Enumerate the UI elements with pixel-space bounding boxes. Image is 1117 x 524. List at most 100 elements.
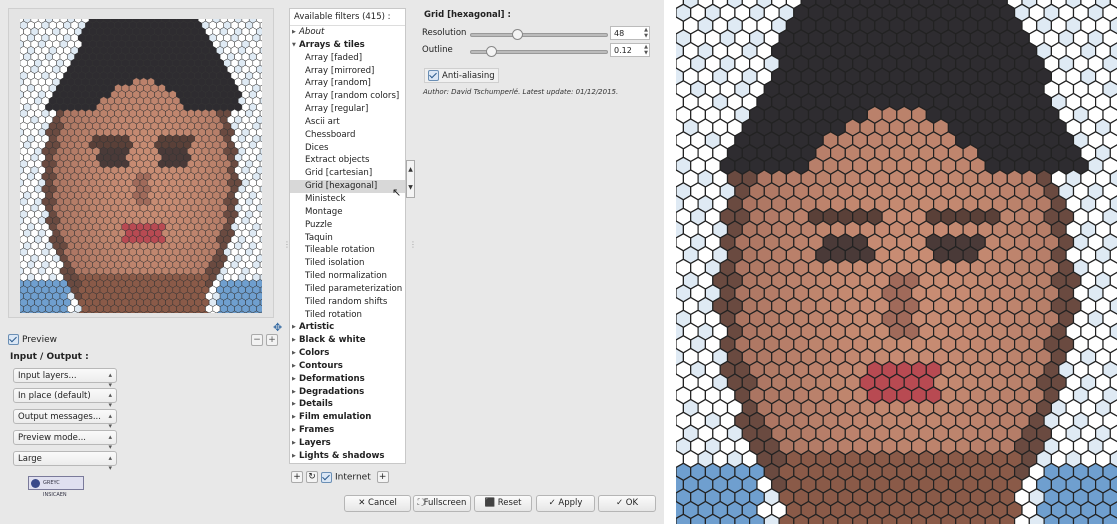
zoom-in-button[interactable]: + xyxy=(266,334,278,346)
filter-item[interactable]: Tiled rotation xyxy=(290,309,405,322)
filter-item-label: Taquin xyxy=(305,232,333,243)
filter-category[interactable]: ▶ Frames xyxy=(290,424,405,437)
collapsed-arrow-icon: ▶ xyxy=(292,337,296,344)
filter-item[interactable]: Extract objects xyxy=(290,154,405,167)
slider-knob[interactable] xyxy=(486,46,498,57)
combo-label: In place (default) xyxy=(18,391,91,401)
expanded-arrow-icon: ▼ xyxy=(292,41,296,48)
filter-item[interactable]: Array [regular] xyxy=(290,103,405,116)
filter-category[interactable]: ▶ Degradations xyxy=(290,386,405,399)
apply-button[interactable]: ✓ Apply xyxy=(536,495,595,512)
cancel-button[interactable]: ✕ Cancel xyxy=(344,495,411,512)
filter-item[interactable]: Array [faded] xyxy=(290,52,405,65)
filter-item[interactable]: Ascii art xyxy=(290,116,405,129)
filter-category[interactable]: ▶ Black & white xyxy=(290,334,405,347)
filter-category[interactable]: ▶ Artistic xyxy=(290,321,405,334)
resolution-label: Resolution xyxy=(422,28,467,38)
fullscreen-button[interactable]: ⛶Fullscreen xyxy=(413,495,471,512)
resolution-spinbox[interactable]: 48 ▲ ▼ xyxy=(610,26,650,40)
updown-icon: ▴ ▾ xyxy=(108,454,112,472)
collapsed-arrow-icon: ▶ xyxy=(292,29,296,35)
filter-item[interactable]: Dices xyxy=(290,142,405,155)
filter-item[interactable]: Grid [hexagonal] xyxy=(290,180,405,193)
spin-arrows-icon[interactable]: ▲ ▼ xyxy=(644,27,648,39)
result-image xyxy=(676,0,1117,524)
slider-knob[interactable] xyxy=(511,29,523,40)
filter-item[interactable]: Tiled random shifts xyxy=(290,296,405,309)
filter-category[interactable]: ▶ Film emulation xyxy=(290,411,405,424)
filter-item-label: Lights & shadows xyxy=(299,450,385,461)
filter-category[interactable]: ▶ Contours xyxy=(290,360,405,373)
filter-item[interactable]: Array [mirrored] xyxy=(290,65,405,78)
preview-mode-select[interactable]: Preview mode... ▴ ▾ xyxy=(13,430,117,451)
filter-category[interactable]: ▶ Details xyxy=(290,398,405,411)
filter-item-label: Array [random] xyxy=(305,78,371,89)
filter-item[interactable]: Chessboard xyxy=(290,129,405,142)
outline-slider[interactable] xyxy=(470,46,608,57)
updown-icon: ▴ ▾ xyxy=(108,371,112,389)
collapsed-arrow-icon: ▶ xyxy=(292,350,296,357)
filter-item-label: Tiled parameterization xyxy=(305,283,403,294)
filter-item[interactable]: Array [random] xyxy=(290,77,405,90)
filter-item[interactable]: Tileable rotation xyxy=(290,244,405,257)
filter-item[interactable]: Ministeck xyxy=(290,193,405,206)
ok-button[interactable]: ✓ OK xyxy=(598,495,656,512)
greyc-logo[interactable]: GREYC INSICAEN xyxy=(28,476,84,498)
collapsed-arrow-icon: ▶ xyxy=(292,324,296,331)
refresh-button[interactable]: ↻ xyxy=(306,471,318,483)
scroll-down-icon[interactable]: ▼ xyxy=(407,179,414,197)
filter-item[interactable]: Taquin xyxy=(290,232,405,245)
internet-checkbox[interactable] xyxy=(321,471,332,483)
reset-button[interactable]: ⬛ Reset xyxy=(474,495,532,512)
antialiasing-checkbox[interactable]: Anti-aliasing xyxy=(424,68,499,83)
filter-item-label: Degradations xyxy=(299,386,365,397)
updown-icon: ▴ ▾ xyxy=(108,412,112,430)
filter-category[interactable]: ▼Patterns xyxy=(290,463,405,464)
resolution-slider[interactable] xyxy=(470,29,608,40)
expand-button[interactable]: + xyxy=(376,471,389,483)
output-mode-select[interactable]: In place (default) ▴ ▾ xyxy=(13,388,117,409)
filter-title: Grid [hexagonal] : xyxy=(424,10,511,20)
combo-label: Input layers... xyxy=(18,371,77,381)
move-icon[interactable]: ✥ xyxy=(273,321,282,334)
output-messages-select[interactable]: Output messages... ▴ ▾ xyxy=(13,409,117,430)
filter-item[interactable]: Grid [cartesian] xyxy=(290,167,405,180)
combo-label: Preview mode... xyxy=(18,433,86,443)
filter-category[interactable]: ▶ About xyxy=(290,26,405,39)
filter-category[interactable]: ▼ Arrays & tiles xyxy=(290,39,405,52)
preview-checkbox[interactable]: Preview xyxy=(8,334,57,345)
splitter-handle[interactable]: ⋮ xyxy=(409,240,417,249)
updown-icon: ▴ ▾ xyxy=(108,433,112,451)
collapsed-arrow-icon: ▶ xyxy=(292,414,296,421)
mouse-cursor-icon: ↖ xyxy=(392,186,402,199)
filter-item[interactable]: Montage xyxy=(290,206,405,219)
filter-category[interactable]: ▶ Deformations xyxy=(290,373,405,386)
input-layers-select[interactable]: Input layers... ▴ ▾ xyxy=(13,368,117,389)
scroll-up-icon[interactable]: ▲ xyxy=(407,161,414,179)
filter-category[interactable]: ▶ Layers xyxy=(290,437,405,450)
filter-item[interactable]: Puzzle xyxy=(290,219,405,232)
filter-category[interactable]: ▶ Colors xyxy=(290,347,405,360)
filter-tree-toolbar: + ↻ Internet + xyxy=(291,471,392,483)
spin-arrows-icon[interactable]: ▲ ▼ xyxy=(644,44,648,56)
add-fave-button[interactable]: + xyxy=(291,471,303,483)
logo-text: GREYC INSICAEN xyxy=(43,480,67,498)
collapsed-arrow-icon: ▶ xyxy=(292,440,296,446)
filter-item[interactable]: Array [random colors] xyxy=(290,90,405,103)
filter-tree-scrollbar[interactable]: ▲ ▼ xyxy=(406,160,415,198)
preview-thumbnail[interactable] xyxy=(20,19,262,313)
filter-item[interactable]: Tiled parameterization xyxy=(290,283,405,296)
filter-tree[interactable]: Available filters (415) : ▶ About ▼ Arrays … xyxy=(289,8,406,464)
checkbox-icon xyxy=(428,70,439,81)
filter-item[interactable]: Tiled isolation xyxy=(290,257,405,270)
collapsed-arrow-icon: ▶ xyxy=(292,427,296,434)
spin-value: 48 xyxy=(614,29,625,38)
logo-mark-icon xyxy=(31,479,40,488)
filter-item[interactable]: Tiled normalization xyxy=(290,270,405,283)
io-section-title: Input / Output : xyxy=(10,352,89,362)
filter-category[interactable]: ▶ Lights & shadows xyxy=(290,450,405,463)
outline-spinbox[interactable]: 0.12 ▲ ▼ xyxy=(610,43,650,57)
ok-label: OK xyxy=(625,498,639,508)
zoom-out-button[interactable]: − xyxy=(251,334,263,346)
preview-size-select[interactable]: Large ▴ ▾ xyxy=(13,451,117,472)
